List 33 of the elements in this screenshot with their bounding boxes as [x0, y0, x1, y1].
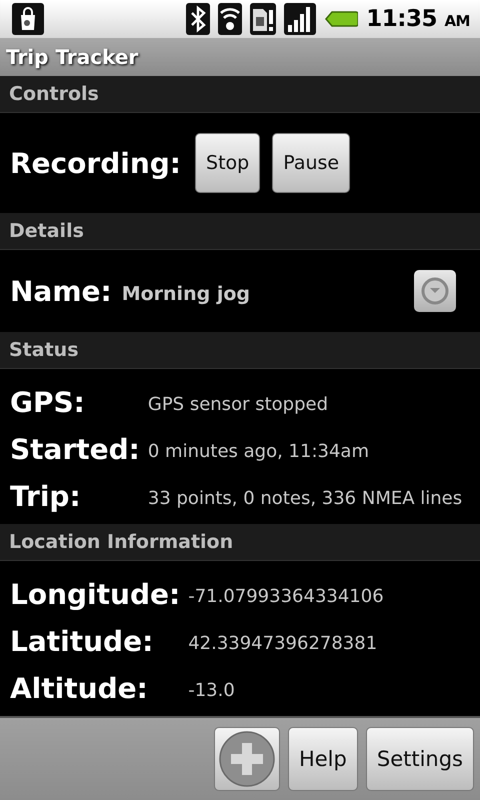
field-value: -71.07993364334106 — [188, 585, 385, 607]
section-title: Details — [9, 220, 84, 242]
clock: 11:35 AM — [366, 6, 470, 32]
section-title: Controls — [9, 83, 99, 105]
field-label: Altitude: — [10, 671, 149, 707]
field-value: 0 minutes ago, 11:34am — [148, 440, 370, 462]
app-title: Trip Tracker — [6, 45, 138, 69]
field-label: Name: — [10, 274, 112, 308]
bluetooth-icon — [186, 3, 210, 35]
menu-button[interactable]: Help — [288, 727, 358, 791]
field-label: Longitude: — [10, 577, 180, 613]
section-title: Location Information — [9, 531, 234, 553]
add-button[interactable] — [214, 727, 280, 791]
field-value: GPS sensor stopped — [148, 393, 329, 415]
field-label: GPS: — [10, 385, 86, 421]
field-label: Latitude: — [10, 624, 154, 660]
field-value: -13.0 — [188, 679, 236, 701]
field-label: Started: — [10, 432, 140, 468]
wifi-icon — [218, 3, 242, 35]
plus-icon — [218, 731, 275, 787]
sim-card-alert-icon — [250, 3, 276, 35]
section-title: Status — [9, 339, 79, 361]
dropdown-button[interactable] — [414, 270, 456, 312]
field-label: Trip: — [10, 479, 82, 515]
signal-icon — [284, 3, 316, 35]
field-value: 33 points, 0 notes, 336 NMEA lines — [148, 487, 464, 509]
menu-button[interactable]: Settings — [366, 727, 474, 791]
field-label: Recording: — [10, 146, 182, 180]
action-button[interactable]: Pause — [272, 133, 350, 193]
action-button[interactable]: Stop — [195, 133, 260, 193]
field-value: 42.33947396278381 — [188, 632, 378, 654]
shopping-bag-icon — [12, 3, 44, 35]
field-value: Morning jog — [122, 282, 251, 305]
